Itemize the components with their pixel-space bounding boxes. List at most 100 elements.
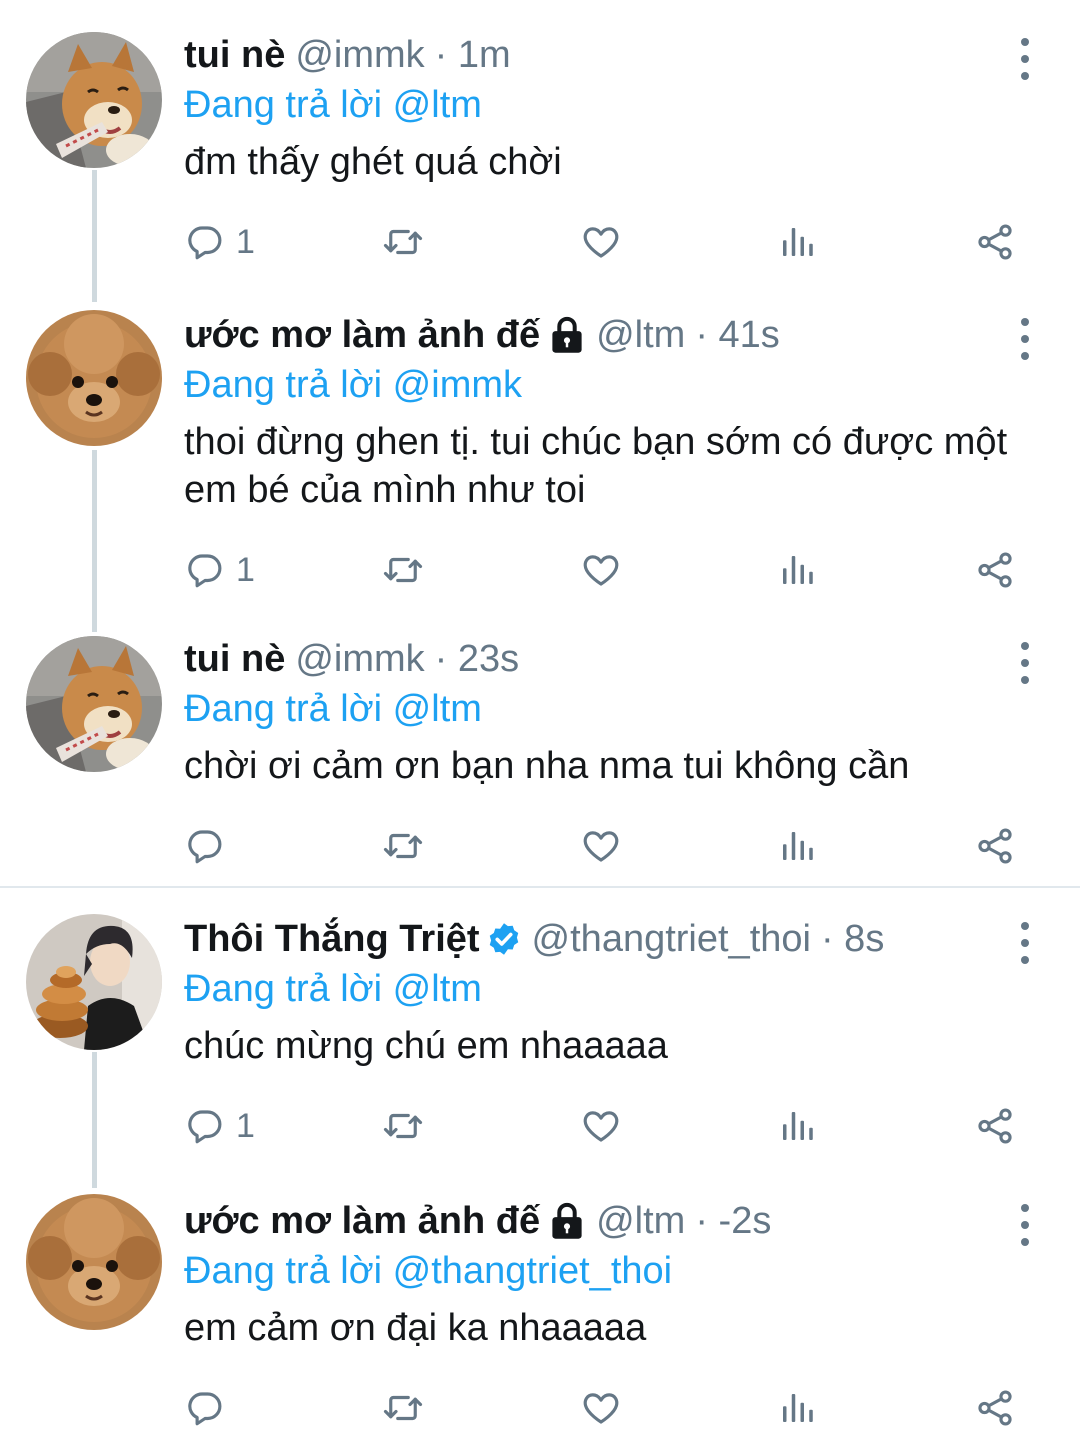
- tweet-time: · -2s: [695, 1200, 772, 1242]
- reply-count: 1: [236, 1106, 255, 1145]
- like-button[interactable]: [580, 1100, 622, 1152]
- retweet-button[interactable]: [382, 820, 424, 872]
- tweet[interactable]: tui nè @immk · 1m Đang trả lời @ltm đm t…: [0, 30, 1080, 280]
- author-handle[interactable]: @immk: [295, 634, 424, 684]
- share-icon: [974, 1387, 1016, 1429]
- more-icon[interactable]: [1008, 918, 1042, 968]
- analytics-button[interactable]: [776, 820, 818, 872]
- reply-button[interactable]: 1: [184, 1100, 255, 1152]
- replying-to-handle[interactable]: @ltm: [393, 968, 482, 1010]
- more-icon[interactable]: [1008, 314, 1042, 364]
- retweet-button[interactable]: [382, 1100, 424, 1152]
- share-button[interactable]: [974, 820, 1016, 872]
- thread-divider: [0, 886, 1080, 888]
- more-icon[interactable]: [1008, 34, 1042, 84]
- more-icon[interactable]: [1008, 1200, 1042, 1250]
- reply-button[interactable]: 1: [184, 216, 255, 268]
- replying-to-label: Đang trả lời: [184, 1250, 383, 1292]
- share-button[interactable]: [974, 544, 1016, 596]
- analytics-icon: [776, 549, 818, 591]
- analytics-icon: [776, 1387, 818, 1429]
- avatar[interactable]: [26, 914, 162, 1050]
- replying-to: Đang trả lời @immk: [184, 360, 522, 410]
- retweet-button[interactable]: [382, 1382, 424, 1434]
- retweet-icon: [382, 549, 424, 591]
- tweet[interactable]: tui nè @immk · 23s Đang trả lời @ltm chờ…: [0, 634, 1080, 874]
- replying-to-handle[interactable]: @ltm: [393, 688, 482, 730]
- author-handle[interactable]: @thangtriet_thoi: [532, 914, 811, 964]
- author-handle[interactable]: @ltm: [596, 310, 685, 360]
- replying-to-label: Đang trả lời: [184, 84, 383, 126]
- avatar[interactable]: [26, 636, 162, 772]
- replying-to: Đang trả lời @thangtriet_thoi: [184, 1246, 672, 1296]
- analytics-button[interactable]: [776, 216, 818, 268]
- avatar[interactable]: [26, 1194, 162, 1330]
- reply-button[interactable]: 1: [184, 544, 255, 596]
- tweet-time: · 41s: [695, 314, 780, 356]
- tweet-time: · 8s: [820, 918, 885, 960]
- share-icon: [974, 1105, 1016, 1147]
- share-button[interactable]: [974, 216, 1016, 268]
- like-button[interactable]: [580, 216, 622, 268]
- replying-to-handle[interactable]: @ltm: [393, 84, 482, 126]
- retweet-icon: [382, 1105, 424, 1147]
- analytics-button[interactable]: [776, 544, 818, 596]
- replying-to-label: Đang trả lời: [184, 364, 383, 406]
- tweet-text: chời ơi cảm ơn bạn nha nma tui không cần: [184, 745, 910, 787]
- reply-icon: [184, 221, 226, 263]
- author-name[interactable]: Thôi Thắng Triệt: [184, 914, 480, 964]
- reply-count: 1: [236, 550, 255, 589]
- analytics-icon: [776, 825, 818, 867]
- author-name[interactable]: ước mơ làm ảnh đế: [184, 1196, 540, 1246]
- like-icon: [580, 1387, 622, 1429]
- tweet-time: · 1m: [434, 34, 511, 76]
- tweet-time: · 23s: [434, 638, 520, 680]
- lock-icon: [548, 315, 586, 355]
- replying-to-label: Đang trả lời: [184, 688, 383, 730]
- replying-to: Đang trả lời @ltm: [184, 80, 482, 130]
- analytics-button[interactable]: [776, 1382, 818, 1434]
- like-icon: [580, 549, 622, 591]
- replying-to-label: Đang trả lời: [184, 968, 383, 1010]
- retweet-button[interactable]: [382, 544, 424, 596]
- more-icon[interactable]: [1008, 638, 1042, 688]
- author-name[interactable]: ước mơ làm ảnh đế: [184, 310, 540, 360]
- retweet-icon: [382, 1387, 424, 1429]
- tweet-text: thoi đừng ghen tị. tui chúc bạn sớm có đ…: [184, 421, 1008, 511]
- tweet[interactable]: ước mơ làm ảnh đế @ltm · 41s Đang trả lờ…: [0, 310, 1080, 610]
- analytics-icon: [776, 221, 818, 263]
- reply-button[interactable]: [184, 1382, 236, 1434]
- like-button[interactable]: [580, 1382, 622, 1434]
- tweet[interactable]: ước mơ làm ảnh đế @ltm · -2s Đang trả lờ…: [0, 1196, 1080, 1446]
- avatar[interactable]: [26, 310, 162, 446]
- avatar[interactable]: [26, 32, 162, 168]
- like-icon: [580, 221, 622, 263]
- like-icon: [580, 1105, 622, 1147]
- analytics-icon: [776, 1105, 818, 1147]
- share-button[interactable]: [974, 1100, 1016, 1152]
- author-handle[interactable]: @ltm: [596, 1196, 685, 1246]
- analytics-button[interactable]: [776, 1100, 818, 1152]
- reply-button[interactable]: [184, 820, 236, 872]
- like-button[interactable]: [580, 544, 622, 596]
- replying-to-handle[interactable]: @immk: [393, 364, 522, 406]
- author-name[interactable]: tui nè: [184, 634, 285, 684]
- author-handle[interactable]: @immk: [295, 30, 424, 80]
- tweet-text: đm thấy ghét quá chời: [184, 141, 562, 183]
- tweet-text: em cảm ơn đại ka nhaaaaa: [184, 1307, 647, 1349]
- reply-icon: [184, 549, 226, 591]
- verified-icon: [486, 921, 522, 957]
- share-icon: [974, 221, 1016, 263]
- replying-to-handle[interactable]: @thangtriet_thoi: [393, 1250, 672, 1292]
- tweet[interactable]: Thôi Thắng Triệt @thangtriet_thoi · 8s Đ…: [0, 914, 1080, 1164]
- lock-icon: [548, 1201, 586, 1241]
- like-icon: [580, 825, 622, 867]
- reply-icon: [184, 825, 226, 867]
- retweet-button[interactable]: [382, 216, 424, 268]
- like-button[interactable]: [580, 820, 622, 872]
- author-name[interactable]: tui nè: [184, 30, 285, 80]
- share-button[interactable]: [974, 1382, 1016, 1434]
- reply-icon: [184, 1105, 226, 1147]
- reply-icon: [184, 1387, 226, 1429]
- retweet-icon: [382, 825, 424, 867]
